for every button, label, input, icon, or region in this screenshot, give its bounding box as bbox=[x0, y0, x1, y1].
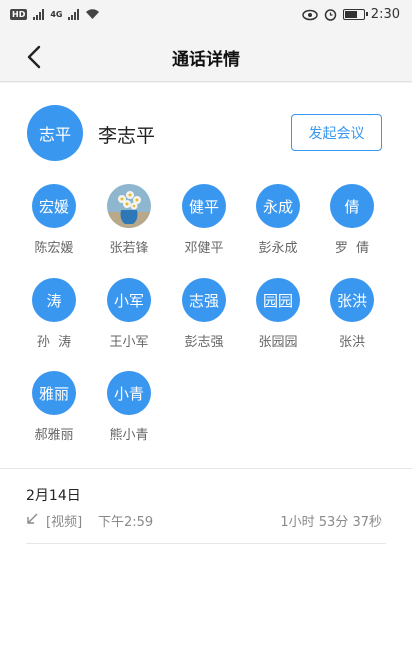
battery-level bbox=[344, 11, 357, 18]
member-name: 熊小青 bbox=[109, 428, 149, 443]
member-item[interactable]: 倩 罗 倩 bbox=[322, 184, 382, 256]
incoming-arrow-icon bbox=[27, 513, 38, 524]
wifi-icon bbox=[86, 9, 100, 19]
page-title: 通话详情 bbox=[172, 50, 240, 70]
member-item[interactable]: 园园 张园园 bbox=[248, 278, 308, 350]
member-name: 张园园 bbox=[258, 335, 298, 350]
member-name: 张若锋 bbox=[109, 241, 149, 256]
member-name: 罗 倩 bbox=[334, 241, 370, 256]
contact-name: 李志平 bbox=[98, 125, 156, 147]
member-item[interactable]: 雅丽 郝雅丽 bbox=[24, 371, 84, 443]
call-time: 下午2:59 bbox=[98, 515, 154, 530]
member-name: 郝雅丽 bbox=[34, 428, 74, 443]
member-avatar: 雅丽 bbox=[32, 371, 76, 415]
member-name: 彭志强 bbox=[184, 335, 224, 350]
battery-icon bbox=[342, 9, 368, 20]
start-meeting-button[interactable]: 发起会议 bbox=[291, 114, 382, 151]
member-avatar: 张洪 bbox=[330, 278, 374, 322]
member-name: 邓健平 bbox=[184, 241, 224, 256]
member-avatar: 志强 bbox=[182, 278, 226, 322]
log-divider bbox=[26, 543, 386, 544]
member-avatar: 小青 bbox=[107, 371, 151, 415]
member-photo-avatar bbox=[107, 184, 151, 228]
call-detail-content: 志平 李志平 发起会议 宏媛 陈宏媛 张若锋 健平 邓健平 永成 彭永成 倩 罗… bbox=[0, 83, 412, 650]
member-item[interactable]: 小青 熊小青 bbox=[99, 371, 159, 443]
member-avatar: 永成 bbox=[256, 184, 300, 228]
hd-icon: HD bbox=[10, 8, 28, 20]
network-type-label: 4G bbox=[50, 9, 63, 19]
status-bar-right: 2:30 bbox=[302, 7, 400, 22]
status-bar: HD 4G 2:30 bbox=[0, 0, 412, 32]
member-item[interactable]: 志强 彭志强 bbox=[174, 278, 234, 350]
eye-icon bbox=[302, 9, 318, 20]
member-avatar: 涛 bbox=[32, 278, 76, 322]
status-bar-left: HD 4G bbox=[10, 8, 100, 20]
member-avatar: 宏媛 bbox=[32, 184, 76, 228]
member-name: 孙 涛 bbox=[36, 335, 72, 350]
call-log-date: 2月14日 bbox=[26, 488, 81, 504]
member-item[interactable]: 永成 彭永成 bbox=[248, 184, 308, 256]
contact-avatar[interactable]: 志平 bbox=[27, 105, 83, 161]
call-duration: 1小时 53分 37秒 bbox=[280, 515, 382, 530]
member-item[interactable]: 涛 孙 涛 bbox=[24, 278, 84, 350]
member-name: 彭永成 bbox=[258, 241, 298, 256]
signal-icon-secondary bbox=[68, 8, 80, 20]
member-avatar: 园园 bbox=[256, 278, 300, 322]
call-type: [视频] bbox=[46, 515, 83, 530]
member-name: 张洪 bbox=[338, 335, 365, 350]
member-avatar: 小军 bbox=[107, 278, 151, 322]
nav-bar: 通话详情 bbox=[0, 32, 412, 82]
member-name: 王小军 bbox=[109, 335, 149, 350]
member-item[interactable]: 宏媛 陈宏媛 bbox=[24, 184, 84, 256]
member-item[interactable]: 张若锋 bbox=[99, 184, 159, 256]
flower-vase-photo bbox=[107, 184, 151, 228]
member-item[interactable]: 健平 邓健平 bbox=[174, 184, 234, 256]
member-avatar: 健平 bbox=[182, 184, 226, 228]
section-divider bbox=[0, 468, 412, 469]
member-name: 陈宏媛 bbox=[34, 241, 74, 256]
member-item[interactable]: 小军 王小军 bbox=[99, 278, 159, 350]
member-avatar: 倩 bbox=[330, 184, 374, 228]
call-log-entry[interactable]: [视频] 下午2:59 1小时 53分 37秒 bbox=[26, 511, 382, 531]
status-time: 2:30 bbox=[370, 7, 400, 22]
alarm-icon bbox=[324, 9, 337, 21]
member-item[interactable]: 张洪 张洪 bbox=[322, 278, 382, 350]
signal-icon bbox=[33, 8, 45, 20]
